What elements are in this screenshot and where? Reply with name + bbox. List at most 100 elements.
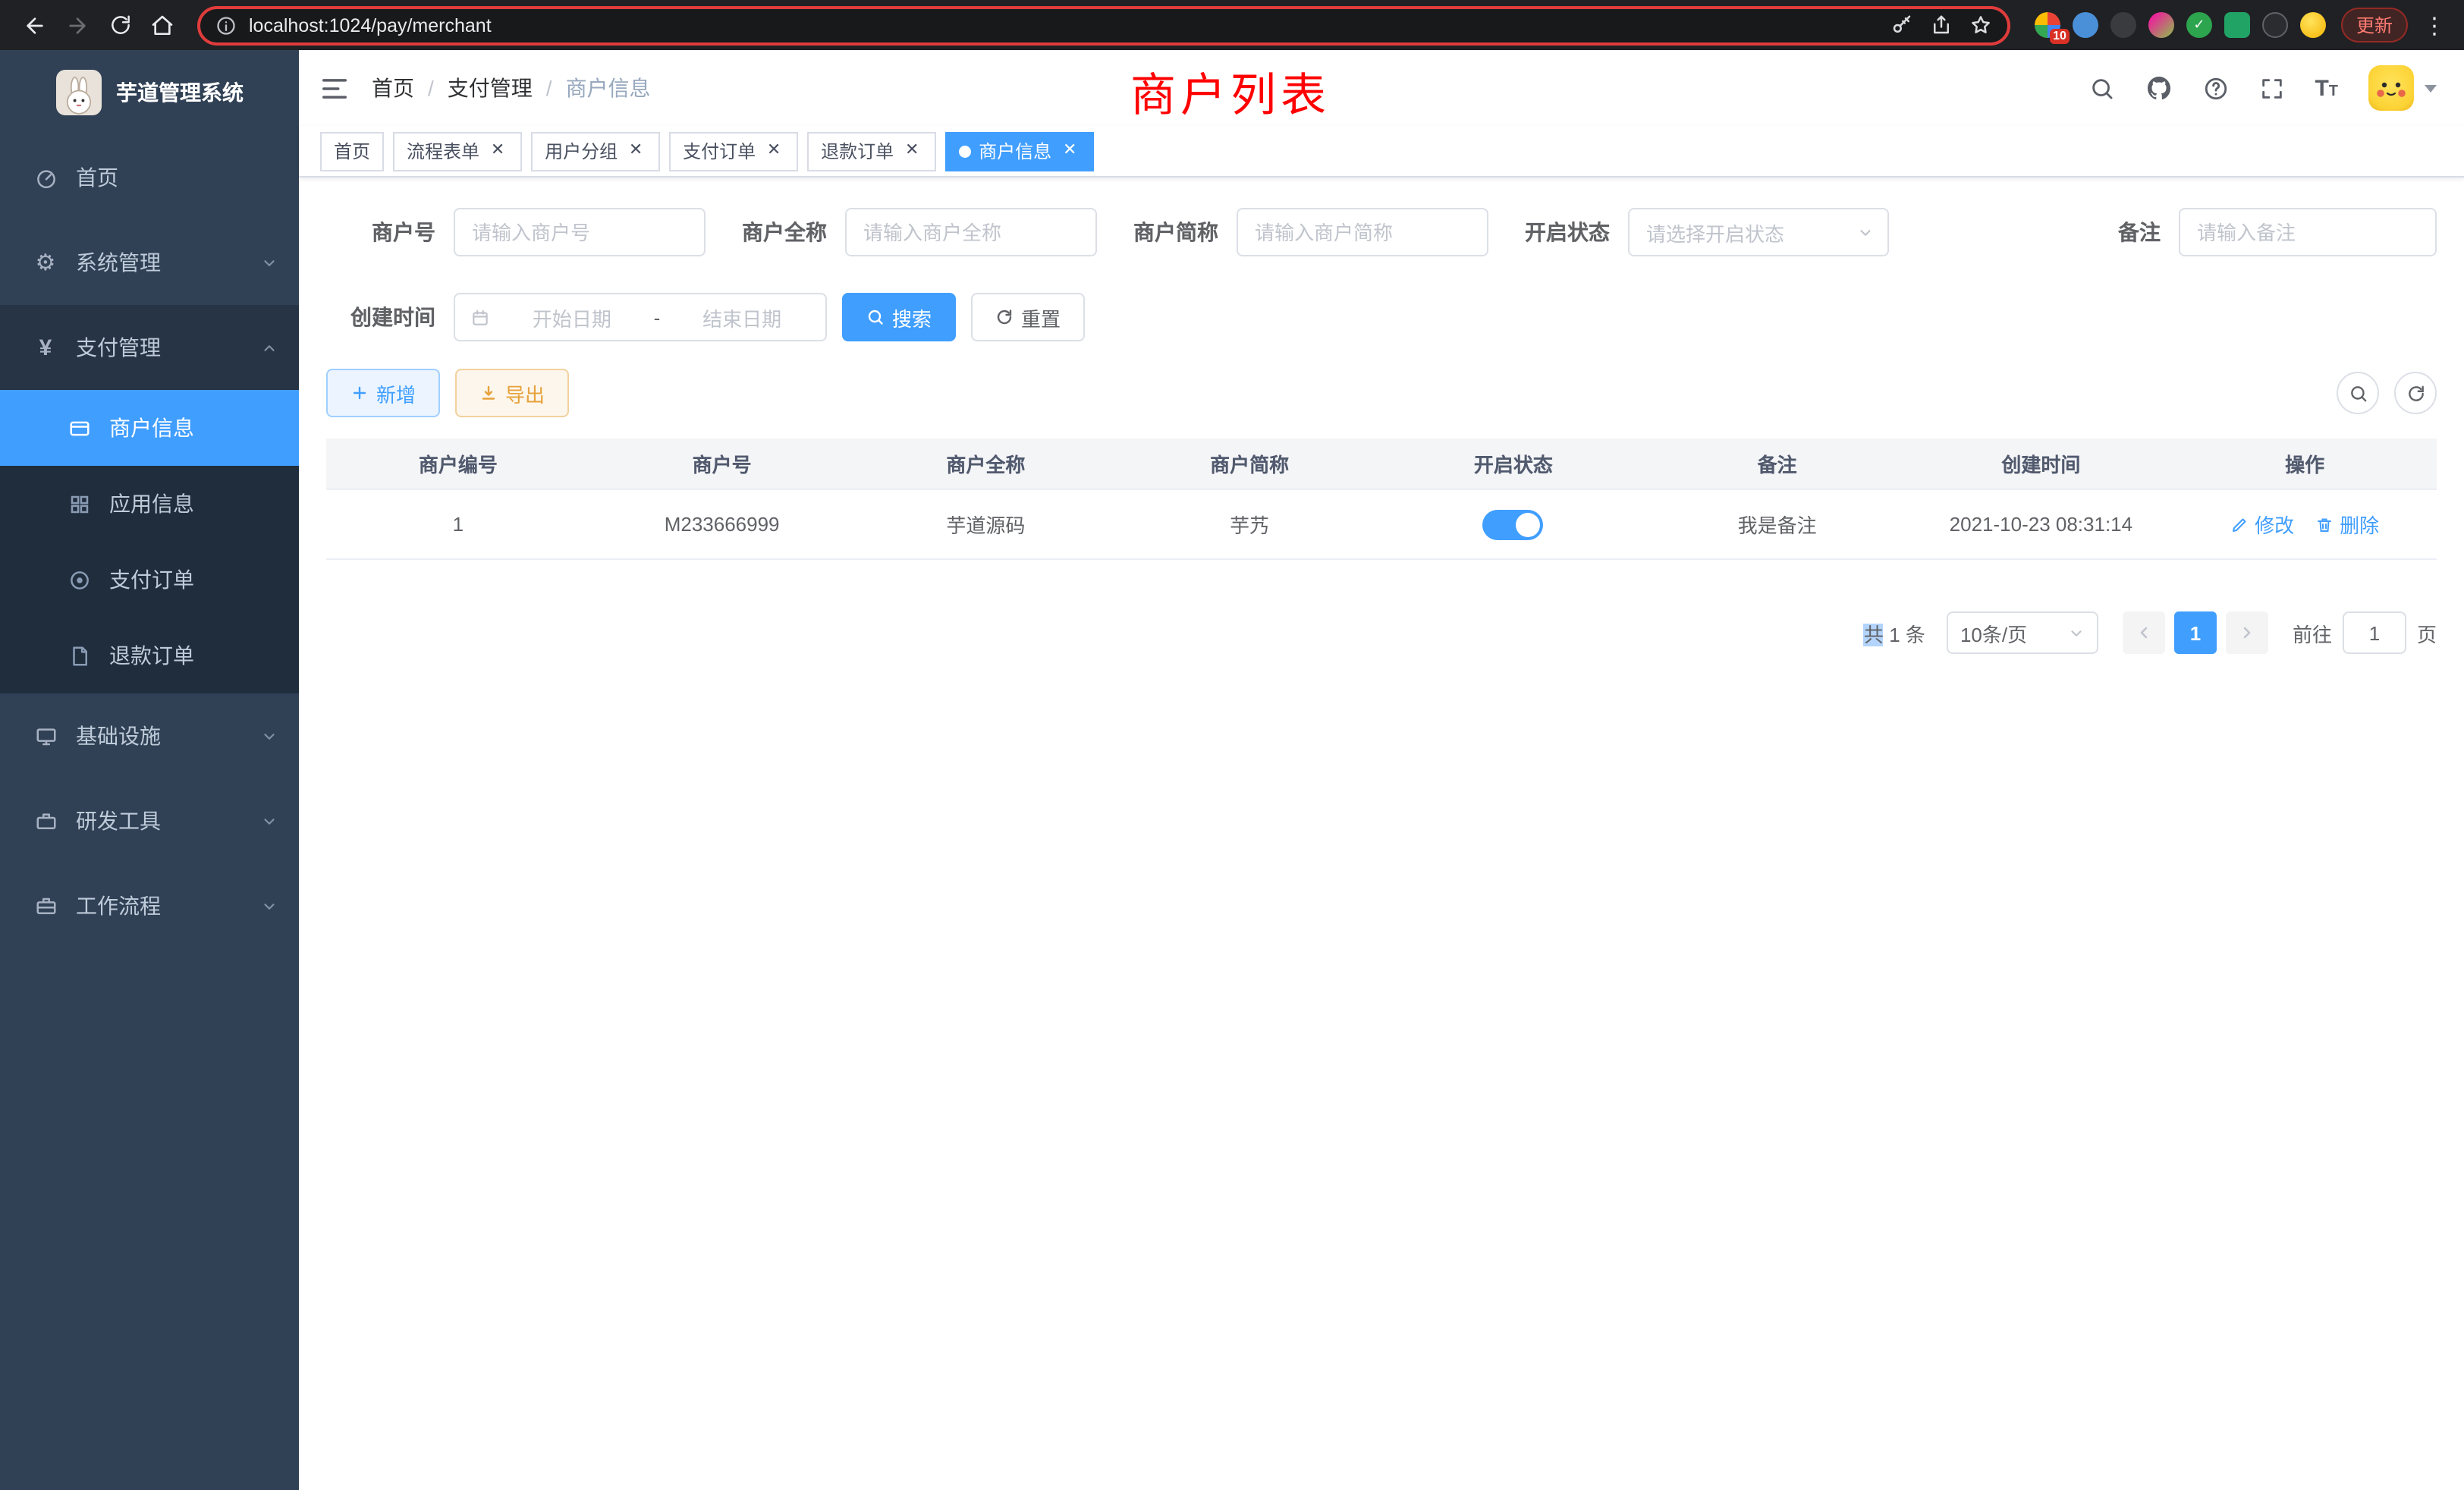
page-size-select[interactable]: 10条/页 <box>1947 611 2098 654</box>
pagination: 共 1 条 10条/页 1 <box>326 611 2437 654</box>
close-icon[interactable]: ✕ <box>1059 140 1080 162</box>
next-page-button[interactable] <box>2226 611 2268 654</box>
extension-icon-3[interactable] <box>2110 12 2136 38</box>
extension-icon-1[interactable]: 10 <box>2035 12 2060 38</box>
sidebar-item-dev-tools[interactable]: 研发工具 <box>0 778 299 863</box>
target-icon <box>64 568 94 591</box>
prev-page-button[interactable] <box>2123 611 2165 654</box>
refresh-table-icon[interactable] <box>2394 372 2437 414</box>
extension-icon-6[interactable] <box>2224 12 2250 38</box>
sidebar-logo[interactable]: 芋道管理系统 <box>0 50 299 135</box>
user-menu[interactable] <box>2368 65 2437 111</box>
sidebar-item-pay-order[interactable]: 支付订单 <box>0 542 299 618</box>
sidebar-item-refund-order[interactable]: 退款订单 <box>0 618 299 693</box>
total-suffix: 条 <box>1906 623 1925 646</box>
column-header: 商户全称 <box>854 439 1118 490</box>
app-title: 芋道管理系统 <box>116 77 244 108</box>
extension-icon-4[interactable] <box>2148 12 2174 38</box>
tab-refund-order[interactable]: 退款订单 ✕ <box>807 131 936 171</box>
sidebar-item-app-info[interactable]: 应用信息 <box>0 466 299 542</box>
remark-input[interactable] <box>2179 208 2437 256</box>
extension-icon-7[interactable] <box>2262 12 2288 38</box>
breadcrumb-home[interactable]: 首页 <box>372 73 414 103</box>
browser-extensions: 10 ✓ <box>2035 12 2326 38</box>
toggle-search-icon[interactable] <box>2337 372 2379 414</box>
breadcrumb-section[interactable]: 支付管理 <box>448 73 533 103</box>
hamburger-icon[interactable] <box>320 74 349 102</box>
tab-user-group[interactable]: 用户分组 ✕ <box>531 131 660 171</box>
status-toggle[interactable] <box>1483 509 1544 539</box>
filter-status: 开启状态 请选择开启状态 <box>1525 208 1889 256</box>
sidebar-item-system[interactable]: ⚙ 系统管理 <box>0 220 299 305</box>
github-icon[interactable] <box>2145 74 2172 102</box>
close-icon[interactable]: ✕ <box>625 140 646 162</box>
trash-icon <box>2315 515 2334 533</box>
search-button[interactable]: 搜索 <box>842 293 956 341</box>
close-icon[interactable]: ✕ <box>487 140 508 162</box>
page-number-button[interactable]: 1 <box>2174 611 2217 654</box>
sidebar-item-label: 研发工具 <box>76 806 161 836</box>
browser-home-icon[interactable] <box>143 5 182 45</box>
share-icon[interactable] <box>1930 14 1953 36</box>
filter-row-2: 创建时间 开始日期 - 结束日期 搜索 重置 <box>326 293 2437 341</box>
browser-forward-icon[interactable] <box>58 5 97 45</box>
chevron-up-icon <box>261 339 278 356</box>
cell-merchant-id: 1 <box>326 490 590 560</box>
tab-merchant-info[interactable]: 商户信息 ✕ <box>945 131 1094 171</box>
sidebar-item-merchant-info[interactable]: 商户信息 <box>0 390 299 466</box>
merchant-short-input[interactable] <box>1237 208 1488 256</box>
extension-icon-8[interactable] <box>2300 12 2326 38</box>
password-key-icon[interactable] <box>1890 14 1913 36</box>
close-icon[interactable]: ✕ <box>901 140 922 162</box>
status-select[interactable]: 请选择开启状态 <box>1628 208 1889 256</box>
reset-button[interactable]: 重置 <box>971 293 1085 341</box>
tab-label: 支付订单 <box>683 138 756 164</box>
merchant-no-input[interactable] <box>454 208 706 256</box>
cell-create-time: 2021-10-23 08:31:14 <box>1909 490 2173 560</box>
address-bar[interactable]: localhost:1024/pay/merchant <box>197 5 2010 45</box>
extension-icon-5[interactable]: ✓ <box>2186 12 2212 38</box>
delete-link[interactable]: 删除 <box>2315 510 2379 539</box>
chevron-right-icon <box>2238 624 2256 642</box>
navbar-actions: TT <box>2088 65 2437 111</box>
bookmark-star-icon[interactable] <box>1969 14 1992 36</box>
browser-back-icon[interactable] <box>15 5 55 45</box>
toolbox-icon <box>30 809 61 832</box>
table-row: 1 M233666999 芋道源码 芋艿 我是备注 2021-10-23 08:… <box>326 490 2437 560</box>
cell-merchant-no: M233666999 <box>590 490 854 560</box>
tab-home[interactable]: 首页 <box>320 131 384 171</box>
sidebar-item-payment[interactable]: ¥ 支付管理 <box>0 305 299 390</box>
tab-process-form[interactable]: 流程表单 ✕ <box>393 131 522 171</box>
url-text: localhost:1024/pay/merchant <box>249 14 1878 36</box>
font-size-icon[interactable]: TT <box>2315 75 2338 101</box>
date-range-picker[interactable]: 开始日期 - 结束日期 <box>454 293 827 341</box>
reset-button-label: 重置 <box>1021 303 1061 332</box>
help-icon[interactable] <box>2202 75 2228 101</box>
sidebar-item-workflow[interactable]: 工作流程 <box>0 863 299 948</box>
close-icon[interactable]: ✕ <box>763 140 784 162</box>
navbar: 首页 / 支付管理 / 商户信息 商户列表 <box>299 50 2464 126</box>
goto-label: 前往 <box>2293 618 2332 647</box>
tab-label: 退款订单 <box>821 138 894 164</box>
fullscreen-icon[interactable] <box>2258 75 2284 101</box>
sidebar-item-home[interactable]: 首页 <box>0 135 299 220</box>
merchant-name-input[interactable] <box>845 208 1097 256</box>
sidebar-item-label: 系统管理 <box>76 247 161 278</box>
browser-refresh-icon[interactable] <box>100 5 140 45</box>
browser-menu-icon[interactable]: ⋮ <box>2423 11 2446 39</box>
extension-icon-2[interactable] <box>2073 12 2098 38</box>
workflow-icon <box>30 894 61 917</box>
search-icon[interactable] <box>2088 75 2114 101</box>
add-button[interactable]: 新增 <box>326 369 440 417</box>
page-content: 商户号 商户全称 商户简称 开启状态 请选择开启状态 <box>299 178 2464 1490</box>
browser-update-button[interactable]: 更新 <box>2341 8 2408 42</box>
edit-link[interactable]: 修改 <box>2230 510 2294 539</box>
filter-merchant-short: 商户简称 <box>1133 208 1488 256</box>
main-area: 首页 / 支付管理 / 商户信息 商户列表 <box>299 50 2464 1490</box>
goto-page-input[interactable] <box>2343 611 2406 654</box>
search-button-label: 搜索 <box>892 303 932 332</box>
export-button[interactable]: 导出 <box>455 369 569 417</box>
sidebar-item-infrastructure[interactable]: 基础设施 <box>0 693 299 778</box>
tab-pay-order[interactable]: 支付订单 ✕ <box>669 131 798 171</box>
site-info-icon[interactable] <box>215 14 237 36</box>
